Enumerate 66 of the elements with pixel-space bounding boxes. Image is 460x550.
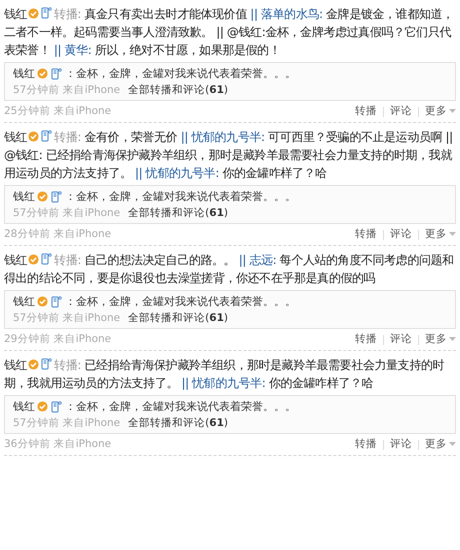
verified-badge-icon bbox=[28, 254, 40, 265]
quoted-text: ：金杯，金牌，金罐对我来说代表着荣誉。。。 bbox=[65, 189, 296, 205]
author-link[interactable]: 钱红 bbox=[4, 130, 28, 144]
verified-badge-icon bbox=[28, 359, 40, 370]
author-link[interactable]: 钱红 bbox=[13, 293, 35, 310]
phone-icon bbox=[41, 7, 52, 19]
timestamp: 57分钟前 来自iPhone bbox=[13, 416, 120, 431]
user-link[interactable]: || 忧郁的九号半: bbox=[135, 166, 219, 180]
quoted-text: ：金杯，金牌，金罐对我来说代表着荣誉。。。 bbox=[65, 399, 296, 415]
action-link[interactable]: 转播 bbox=[355, 331, 377, 348]
phone-icon bbox=[51, 296, 62, 308]
caret-icon bbox=[449, 337, 456, 342]
timestamp: 57分钟前 来自iPhone bbox=[13, 83, 120, 98]
author-link[interactable]: 钱红 bbox=[13, 188, 35, 205]
action-link[interactable]: 评论 bbox=[390, 331, 412, 348]
more-link[interactable]: 更多 bbox=[425, 226, 456, 243]
caret-icon bbox=[449, 232, 456, 237]
verified-badge-icon bbox=[28, 131, 40, 142]
action-link[interactable]: 转播 bbox=[355, 436, 377, 453]
author-link[interactable]: 钱红 bbox=[13, 65, 35, 82]
quoted-text: ：金杯，金牌，金罐对我来说代表着荣誉。。。 bbox=[65, 66, 296, 82]
action-link[interactable]: 评论 bbox=[390, 226, 412, 243]
user-link[interactable]: || 忧郁的九号半: bbox=[180, 130, 265, 144]
phone-icon bbox=[41, 253, 52, 265]
verified-badge-icon bbox=[37, 401, 48, 412]
phone-icon bbox=[41, 130, 52, 142]
author-link[interactable]: 钱红 bbox=[4, 358, 28, 372]
more-link[interactable]: 更多 bbox=[425, 436, 456, 453]
author-link[interactable]: 钱红 bbox=[4, 7, 28, 21]
user-link[interactable]: || 志远: bbox=[238, 253, 276, 267]
timestamp: 29分钟前 来自iPhone bbox=[4, 332, 112, 347]
phone-icon bbox=[51, 68, 62, 80]
phone-icon bbox=[51, 190, 62, 202]
post-text: 钱红 转播: 真金只有卖出去时才能体现价值 || 落单的水鸟: 金牌是镀金，谁都知道，二者不一样。起码需要当事人澄清致歉。 || @钱红:金杯，金牌考虑过真假吗？它们只代表荣誉！ || 黄华: 所以，绝对不甘愿，如果那是假的！ bbox=[4, 6, 455, 59]
quoted-text: ：金杯，金牌，金罐对我来说代表着荣誉。。。 bbox=[65, 294, 296, 310]
timestamp: 25分钟前 来自iPhone bbox=[4, 104, 112, 119]
reposts-comments-link[interactable]: 全部转播和评论(61) bbox=[128, 310, 228, 326]
post-text: 钱红 转播: 已经捐给青海保护藏羚羊组织，那时是藏羚羊最需要社会力量支持的时期，我就用运动员的方法支持了。 || 忧郁的九号半: 你的金罐咋样了？哈 bbox=[4, 357, 446, 392]
user-link[interactable]: || 落单的水鸟: bbox=[250, 7, 323, 21]
post-text: 钱红 转播: 金有价，荣誉无价 || 忧郁的九号半: 可可西里？受骗的不止是运动员啊 || @钱红: 已经捐给青海保护藏羚羊组织，那时是藏羚羊最需要社会力量支持的时期，我就用运动员的方法支持了。 || 忧郁的九号半: 你的金罐咋样了？哈 bbox=[4, 129, 454, 182]
reposts-comments-link[interactable]: 全部转播和评论(61) bbox=[128, 205, 228, 221]
verified-badge-icon bbox=[28, 8, 40, 19]
more-link[interactable]: 更多 bbox=[425, 331, 456, 348]
action-link[interactable]: 转播 bbox=[355, 103, 377, 120]
action-link[interactable]: 评论 bbox=[390, 103, 412, 120]
post-text: 钱红 转播: 自己的想法决定自己的路。。 || 志远: 每个人站的角度不同考虑的问题和得出的结论不同，要是你退役也去澡堂搓背，你还不在乎那是真的假的吗 bbox=[4, 252, 455, 287]
verified-badge-icon bbox=[37, 68, 48, 79]
more-link[interactable]: 更多 bbox=[425, 103, 456, 120]
user-link[interactable]: || 忧郁的九号半: bbox=[181, 376, 266, 390]
phone-icon bbox=[41, 358, 52, 370]
timestamp: 57分钟前 来自iPhone bbox=[13, 311, 120, 326]
verified-badge-icon bbox=[37, 191, 48, 202]
reposts-comments-link[interactable]: 全部转播和评论(61) bbox=[128, 415, 228, 431]
action-link[interactable]: 转播 bbox=[355, 226, 377, 243]
timestamp: 36分钟前 来自iPhone bbox=[4, 437, 112, 452]
caret-icon bbox=[449, 109, 456, 114]
phone-icon bbox=[51, 400, 62, 412]
reposts-comments-link[interactable]: 全部转播和评论(61) bbox=[128, 82, 228, 98]
timestamp: 57分钟前 来自iPhone bbox=[13, 206, 120, 221]
timestamp: 28分钟前 来自iPhone bbox=[4, 227, 112, 242]
caret-icon bbox=[449, 442, 456, 447]
action-link[interactable]: 评论 bbox=[390, 436, 412, 453]
verified-badge-icon bbox=[37, 296, 48, 307]
author-link[interactable]: 钱红 bbox=[13, 398, 35, 415]
user-link[interactable]: || 黄华: bbox=[54, 43, 92, 57]
author-link[interactable]: 钱红 bbox=[4, 253, 28, 267]
